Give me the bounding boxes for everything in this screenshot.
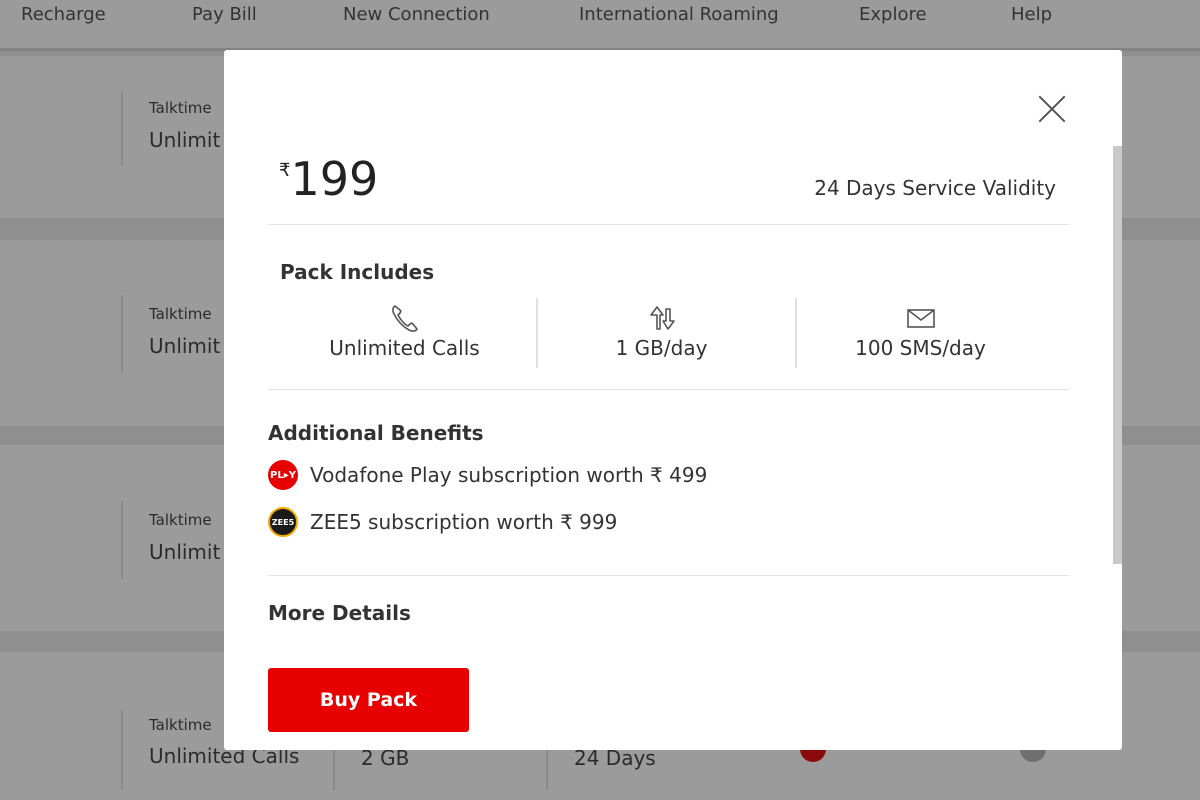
modal-scrollbar[interactable] — [1113, 146, 1122, 564]
nav-help[interactable]: Help — [1011, 4, 1052, 25]
divider — [268, 224, 1069, 225]
talktime-value: Unlimit — [149, 334, 221, 358]
nav-explore[interactable]: Explore — [859, 4, 927, 25]
pack-includes-title: Pack Includes — [280, 260, 435, 284]
price-amount: 199 — [290, 152, 379, 206]
service-validity: 24 Days Service Validity — [814, 176, 1056, 200]
nav-international-roaming[interactable]: International Roaming — [579, 4, 779, 25]
top-navigation: Recharge Pay Bill New Connection Interna… — [0, 0, 1200, 51]
buy-pack-button[interactable]: Buy Pack — [268, 668, 469, 732]
data-arrows-icon — [533, 302, 790, 334]
additional-benefits-title: Additional Benefits — [268, 421, 484, 445]
zee5-logo-icon: ZEE5 — [268, 507, 298, 537]
talktime-value: Unlimit — [149, 128, 221, 152]
talktime-label: Talktime — [149, 716, 212, 734]
vodafone-play-logo-icon: PL▸Y — [268, 460, 298, 490]
phone-icon — [276, 302, 533, 334]
close-icon[interactable] — [1037, 94, 1067, 124]
include-data-label: 1 GB/day — [615, 336, 708, 360]
currency-symbol: ₹ — [279, 160, 291, 181]
talktime-label: Talktime — [149, 511, 212, 529]
card-divider — [121, 92, 123, 166]
divider — [268, 389, 1069, 390]
card-divider — [121, 295, 123, 373]
talktime-label: Talktime — [149, 99, 212, 117]
talktime-label: Talktime — [149, 305, 212, 323]
divider — [268, 575, 1069, 576]
nav-recharge[interactable]: Recharge — [21, 4, 106, 25]
card-divider — [121, 501, 123, 579]
more-details-link[interactable]: More Details — [268, 601, 411, 625]
benefit-vodafone-play: PL▸Y Vodafone Play subscription worth ₹ … — [268, 460, 707, 490]
pack-price: ₹199 — [279, 152, 378, 206]
benefit-label: ZEE5 subscription worth ₹ 999 — [310, 510, 618, 534]
benefit-zee5: ZEE5 ZEE5 subscription worth ₹ 999 — [268, 507, 617, 537]
include-sms-label: 100 SMS/day — [855, 336, 986, 360]
pack-details-modal: ₹199 24 Days Service Validity Pack Inclu… — [224, 50, 1122, 750]
include-calls: Unlimited Calls — [276, 302, 533, 360]
include-data: 1 GB/day — [533, 302, 790, 360]
nav-new-connection[interactable]: New Connection — [343, 4, 490, 25]
include-sms: 100 SMS/day — [792, 302, 1049, 360]
talktime-value: Unlimit — [149, 540, 221, 564]
benefit-label: Vodafone Play subscription worth ₹ 499 — [310, 463, 708, 487]
envelope-icon — [792, 302, 1049, 334]
nav-pay-bill[interactable]: Pay Bill — [192, 4, 257, 25]
include-calls-label: Unlimited Calls — [329, 336, 480, 360]
card-divider — [121, 710, 123, 790]
